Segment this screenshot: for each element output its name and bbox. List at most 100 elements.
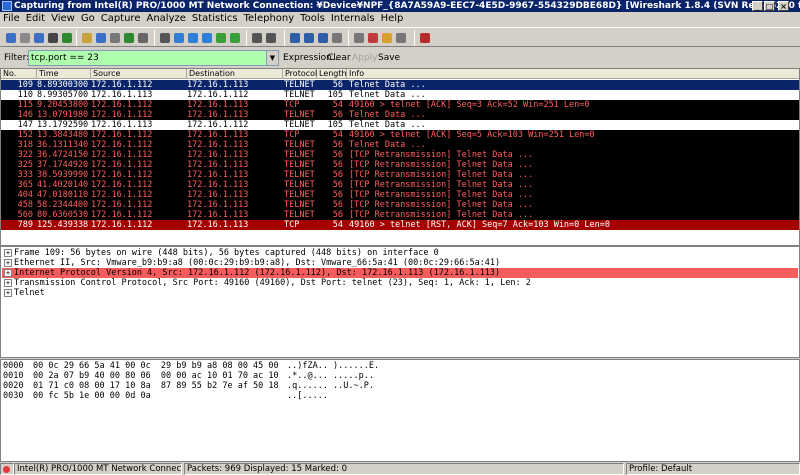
table-row[interactable]: 110 8.99305700 172.16.1.113 172.16.1.112 TEL…	[1, 90, 799, 100]
hex-offset: 0000	[3, 361, 24, 371]
go-last-button[interactable]	[228, 31, 242, 45]
packet-details-pane[interactable]: + Frame 109: 56 bytes on wire (448 bits),…	[0, 246, 800, 358]
display-filters-button[interactable]	[366, 31, 380, 45]
find-packet-button[interactable]	[158, 31, 172, 45]
table-row[interactable]: 789 125.439338 172.16.1.112 172.16.1.113 TCP…	[1, 220, 799, 230]
detail-tree-item[interactable]: + Transmission Control Protocol, Src Port…	[2, 278, 798, 288]
table-row[interactable]: 325 37.1744920 172.16.1.112 172.16.1.113 TEL…	[1, 160, 799, 170]
go-forward-button[interactable]	[186, 31, 200, 45]
menu-capture[interactable]: Capture	[98, 12, 144, 26]
preferences-button[interactable]	[394, 31, 408, 45]
table-row[interactable]: 560 80.6360530 172.16.1.112 172.16.1.113 TEL…	[1, 210, 799, 220]
hex-bytes: 01 71 c0 08 00 17 10 8a 87 89 55 b2 7e a…	[33, 381, 279, 391]
interfaces-button[interactable]	[4, 31, 18, 45]
start-capture-button[interactable]	[32, 31, 46, 45]
packet-info: [TCP Retransmission] Telnet Data ...	[349, 200, 534, 210]
restart-capture-icon	[62, 33, 72, 43]
hex-offset: 0020	[3, 381, 24, 391]
menu-view[interactable]: View	[48, 12, 78, 26]
zoom-in-icon	[290, 33, 300, 43]
menu-telephony[interactable]: Telephony	[241, 12, 298, 26]
reload-button[interactable]	[122, 31, 136, 45]
apply-button[interactable]: Apply	[352, 48, 377, 68]
column-header-time[interactable]: Time	[37, 69, 91, 79]
maximize-button[interactable]: □	[764, 1, 775, 11]
packet-list[interactable]: No. Time Source Destination Protocol Len…	[0, 68, 800, 246]
table-row[interactable]: 109 8.89300300 172.16.1.112 172.16.1.113 TEL…	[1, 80, 799, 90]
capture-filters-button[interactable]	[352, 31, 366, 45]
expand-icon[interactable]: +	[4, 249, 12, 257]
expand-icon[interactable]: +	[4, 279, 12, 287]
packet-source: 172.16.1.112	[91, 220, 153, 230]
menu-go[interactable]: Go	[78, 12, 98, 26]
menu-edit[interactable]: Edit	[23, 12, 48, 26]
column-header-info[interactable]: Info	[347, 69, 799, 79]
table-row[interactable]: 318 36.1311340 172.16.1.112 172.16.1.113 TEL…	[1, 140, 799, 150]
stop-capture-button[interactable]	[46, 31, 60, 45]
expert-info-icon[interactable]	[0, 463, 14, 475]
zoom-normal-button[interactable]	[316, 31, 330, 45]
table-row[interactable]: 152 13.3843480 172.16.1.112 172.16.1.113 TCP…	[1, 130, 799, 140]
zoom-out-button[interactable]	[302, 31, 316, 45]
print-button[interactable]	[136, 31, 150, 45]
detail-tree-item[interactable]: + Telnet	[2, 288, 798, 298]
packet-bytes-pane[interactable]: 0000 00 0c 29 66 5a 41 00 0c 29 b9 b9 a8 …	[0, 359, 800, 462]
column-header-destination[interactable]: Destination	[187, 69, 283, 79]
table-row[interactable]: 333 38.5939990 172.16.1.112 172.16.1.113 TEL…	[1, 170, 799, 180]
menu-analyze[interactable]: Analyze	[143, 12, 188, 26]
help-button[interactable]	[418, 31, 432, 45]
menu-file[interactable]: File	[0, 12, 23, 26]
column-header-no[interactable]: No.	[1, 69, 37, 79]
menu-internals[interactable]: Internals	[328, 12, 378, 26]
coloring-rules-button[interactable]	[380, 31, 394, 45]
reload-icon	[124, 33, 134, 43]
table-row[interactable]: 146 13.0791980 172.16.1.112 172.16.1.113 TEL…	[1, 110, 799, 120]
menu-help[interactable]: Help	[378, 12, 407, 26]
table-row[interactable]: 458 58.2344400 172.16.1.112 172.16.1.113 TEL…	[1, 200, 799, 210]
table-row[interactable]: 404 47.0180110 172.16.1.112 172.16.1.113 TEL…	[1, 190, 799, 200]
expand-icon[interactable]: +	[4, 259, 12, 267]
profile-status[interactable]: Profile: Default	[626, 463, 800, 475]
column-header-protocol[interactable]: Protocol	[283, 69, 317, 79]
detail-tree-item[interactable]: + Internet Protocol Version 4, Src: 172.1…	[2, 268, 798, 278]
table-row[interactable]: 365 41.4020140 172.16.1.112 172.16.1.113 TEL…	[1, 180, 799, 190]
packet-destination: 172.16.1.113	[187, 140, 249, 150]
column-header-source[interactable]: Source	[91, 69, 187, 79]
detail-tree-label: Frame 109: 56 bytes on wire (448 bits), …	[14, 248, 439, 258]
detail-tree-item[interactable]: + Ethernet II, Src: Vmware_b9:b9:a8 (00:0…	[2, 258, 798, 268]
red-dot-icon	[3, 466, 10, 473]
table-row[interactable]: 115 9.20453800 172.16.1.112 172.16.1.113 TCP…	[1, 100, 799, 110]
column-header-length[interactable]: Length	[317, 69, 347, 79]
close-file-button[interactable]	[108, 31, 122, 45]
resize-columns-button[interactable]	[330, 31, 344, 45]
save-file-button[interactable]	[94, 31, 108, 45]
clear-button[interactable]: Clear	[327, 48, 351, 68]
zoom-in-button[interactable]	[288, 31, 302, 45]
open-file-button[interactable]	[80, 31, 94, 45]
menu-tools[interactable]: Tools	[297, 12, 328, 26]
detail-tree-label: Internet Protocol Version 4, Src: 172.16…	[14, 268, 501, 278]
packet-info: [TCP Retransmission] Telnet Data ...	[349, 170, 534, 180]
colorize-button[interactable]	[250, 31, 264, 45]
autoscroll-button[interactable]	[264, 31, 278, 45]
go-first-button[interactable]	[214, 31, 228, 45]
restart-capture-button[interactable]	[60, 31, 74, 45]
expand-icon[interactable]: +	[4, 269, 12, 277]
go-to-packet-button[interactable]	[200, 31, 214, 45]
packet-protocol: TELNET	[284, 90, 315, 100]
options-button[interactable]	[18, 31, 32, 45]
go-back-icon	[174, 33, 184, 43]
stop-capture-icon	[48, 33, 58, 43]
detail-tree-item[interactable]: + Frame 109: 56 bytes on wire (448 bits),…	[2, 248, 798, 258]
menu-statistics[interactable]: Statistics	[189, 12, 241, 26]
go-back-button[interactable]	[172, 31, 186, 45]
table-row[interactable]: 322 36.4724150 172.16.1.112 172.16.1.113 TEL…	[1, 150, 799, 160]
display-filter-input[interactable]: tcp.port == 23	[28, 50, 268, 66]
table-row[interactable]: 147 13.1792590 172.16.1.113 172.16.1.112 TEL…	[1, 120, 799, 130]
filter-dropdown-button[interactable]: ▼	[266, 50, 279, 66]
expand-icon[interactable]: +	[4, 289, 12, 297]
window-title: Capturing from Intel(R) PRO/1000 MT Netw…	[14, 1, 800, 11]
minimize-button[interactable]: _	[752, 1, 763, 11]
close-button[interactable]: ×	[778, 1, 789, 11]
save-filter-button[interactable]: Save	[378, 48, 400, 68]
